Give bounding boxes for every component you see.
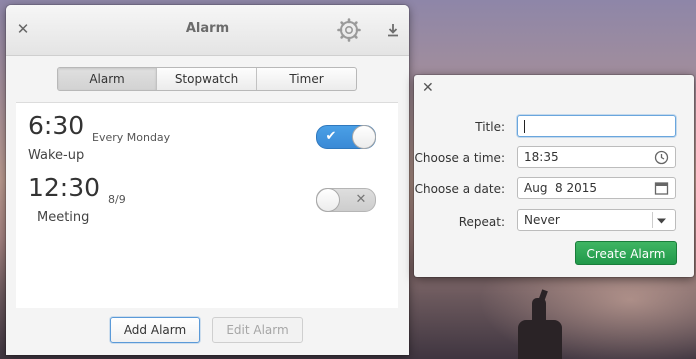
tab-timer[interactable]: Timer xyxy=(257,68,356,90)
dropdown-divider xyxy=(652,212,653,228)
create-alarm-button[interactable]: Create Alarm xyxy=(575,241,677,265)
repeat-value: Never xyxy=(524,213,560,227)
chevron-down-icon[interactable] xyxy=(654,213,669,228)
alarm-toggle[interactable]: ✕ xyxy=(316,188,376,212)
time-label: Choose a time: xyxy=(414,151,505,165)
tab-stopwatch[interactable]: Stopwatch xyxy=(157,68,257,90)
repeat-label: Repeat: xyxy=(458,215,505,229)
alarm-window: ✕ Alarm Alarm Stopwatch Timer 6:30 Every… xyxy=(6,5,409,355)
alarm-time: 6:30 xyxy=(28,111,85,140)
title-label: Title: xyxy=(475,120,505,134)
clock-icon[interactable] xyxy=(654,150,669,165)
alarm-time: 12:30 xyxy=(28,173,101,202)
date-picker[interactable]: Aug 8 2015 xyxy=(517,177,676,199)
repeat-select[interactable]: Never xyxy=(517,209,676,231)
text-caret xyxy=(524,120,525,133)
wallpaper-statue xyxy=(518,320,562,359)
add-alarm-button[interactable]: Add Alarm xyxy=(110,317,200,343)
list-item[interactable]: 12:30 8/9 Meeting ✕ xyxy=(16,167,398,229)
titlebar: ✕ Alarm xyxy=(6,5,409,56)
toggle-knob xyxy=(316,188,340,212)
download-icon[interactable] xyxy=(386,22,400,38)
alarm-toggle[interactable]: ✔ xyxy=(316,125,376,149)
alarm-name: Wake-up xyxy=(28,148,85,163)
time-value: 18:35 xyxy=(524,150,559,164)
date-label: Choose a date: xyxy=(414,182,505,196)
alarm-list: 6:30 Every Monday Wake-up ✔ 12:30 8/9 Me… xyxy=(16,102,398,308)
alarm-repeat: 8/9 xyxy=(108,193,126,206)
new-alarm-dialog: ✕ Title: Choose a time: 18:35 Choose a d… xyxy=(414,75,694,277)
gear-icon[interactable] xyxy=(337,18,361,42)
tab-alarm[interactable]: Alarm xyxy=(58,68,157,90)
alarm-name: Meeting xyxy=(37,210,90,225)
title-input[interactable] xyxy=(517,115,676,137)
alarm-repeat: Every Monday xyxy=(92,131,171,144)
date-value: Aug 8 2015 xyxy=(524,181,598,195)
close-icon[interactable]: ✕ xyxy=(422,80,434,96)
edit-alarm-button[interactable]: Edit Alarm xyxy=(212,317,303,343)
toggle-knob xyxy=(352,125,376,149)
check-icon: ✔ xyxy=(325,129,337,144)
mode-switcher: Alarm Stopwatch Timer xyxy=(57,67,357,91)
close-icon: ✕ xyxy=(355,192,367,207)
list-item[interactable]: 6:30 Every Monday Wake-up ✔ xyxy=(16,105,398,167)
calendar-icon[interactable] xyxy=(654,181,669,196)
time-picker[interactable]: 18:35 xyxy=(517,146,676,168)
